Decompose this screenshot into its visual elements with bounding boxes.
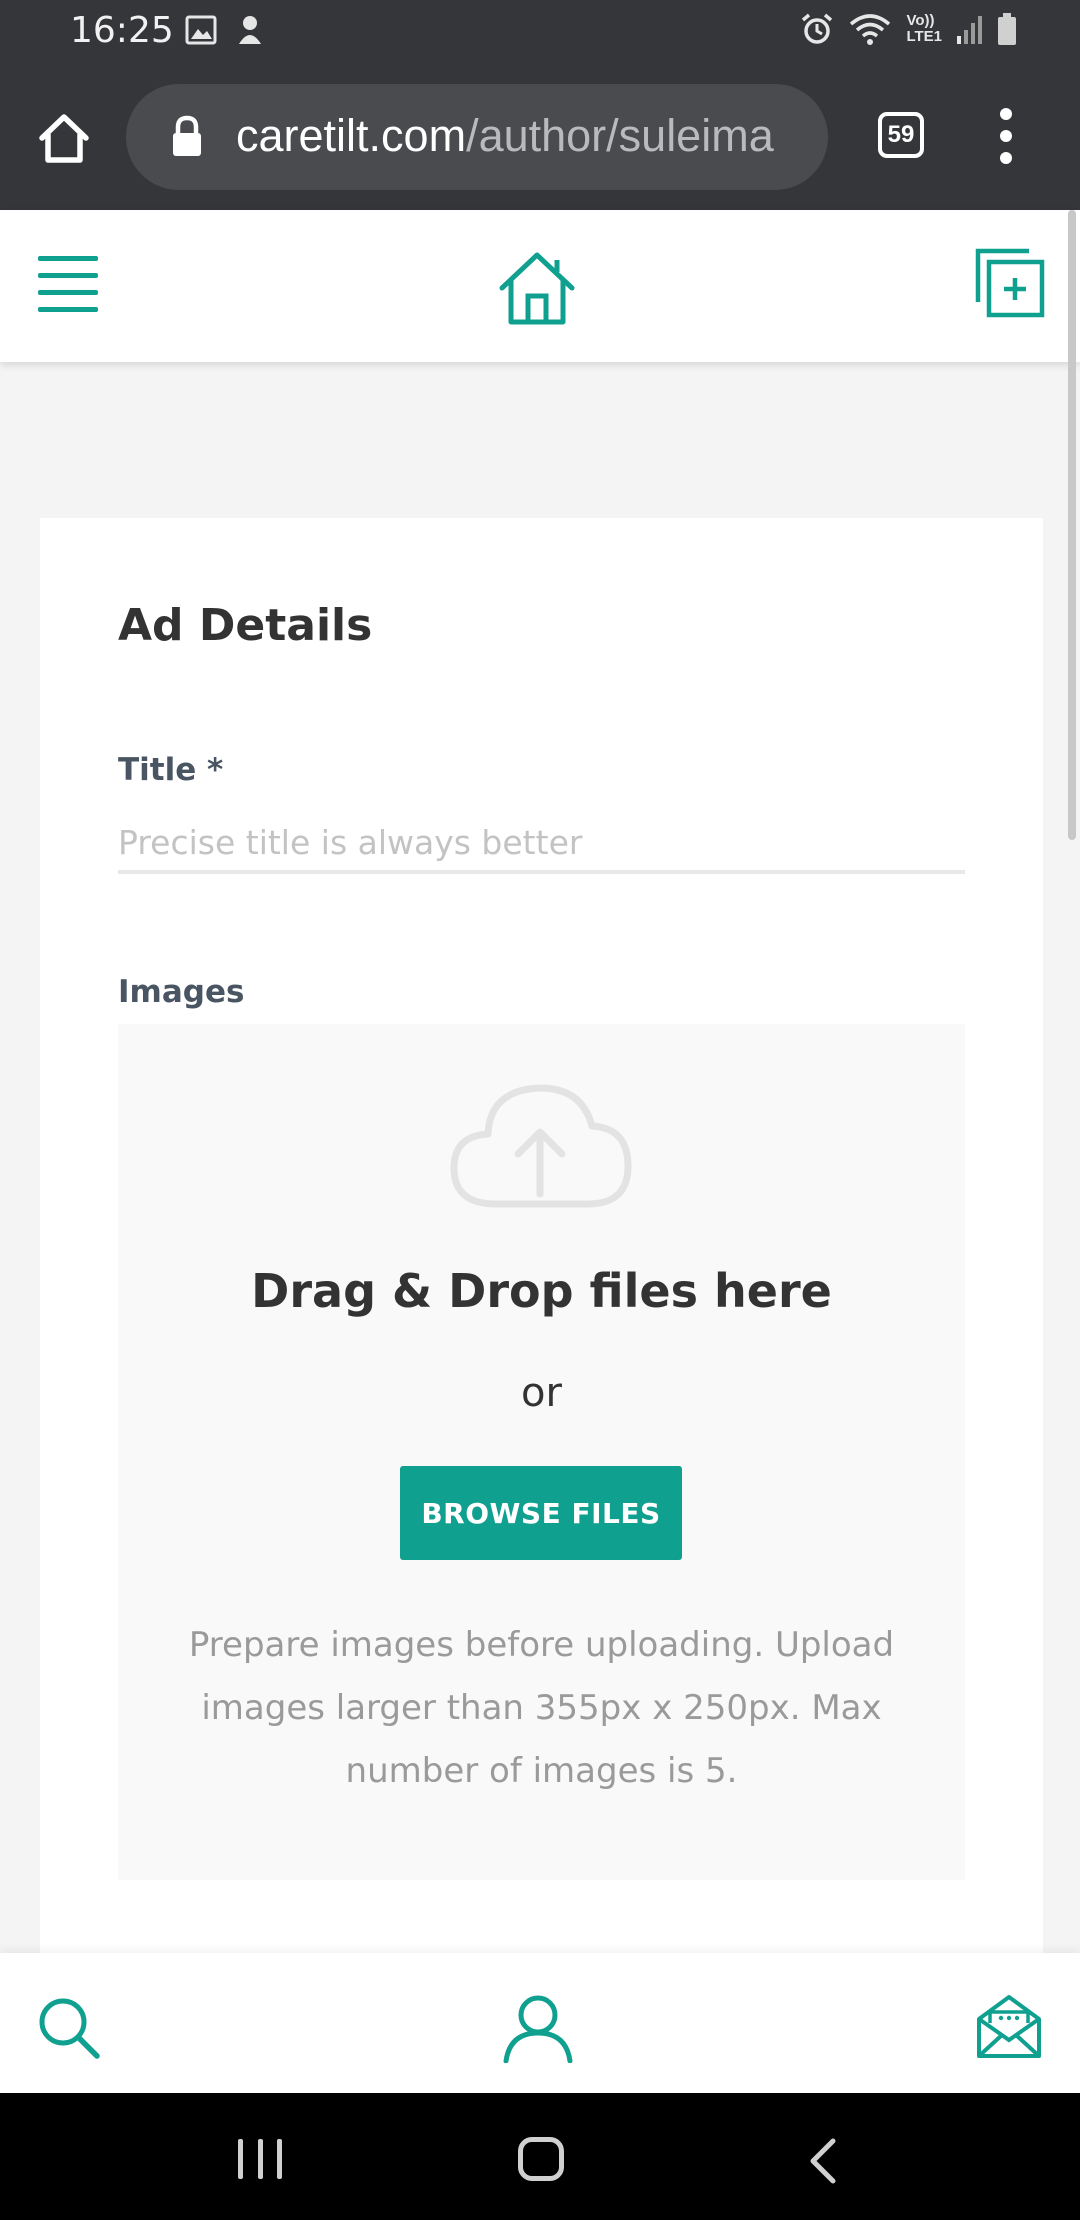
dropzone-help-text: Prepare images before uploading. Upload … xyxy=(188,1625,895,1791)
tab-switcher-button[interactable]: 59 xyxy=(878,112,924,158)
lock-icon xyxy=(173,115,201,156)
browser-menu-icon[interactable] xyxy=(996,108,1016,164)
browse-files-button[interactable]: BROWSE FILES xyxy=(400,1466,682,1560)
signal-icon xyxy=(957,16,982,44)
images-label: Images xyxy=(118,974,245,1010)
title-label: Title * xyxy=(118,752,224,788)
image-icon xyxy=(185,15,217,45)
cloud-upload-icon xyxy=(450,1084,632,1208)
back-icon[interactable] xyxy=(806,2137,838,2185)
title-input[interactable] xyxy=(118,814,965,874)
status-icons-right: Vo)) LTE1 xyxy=(800,12,1018,46)
user-icon[interactable] xyxy=(502,1993,574,2063)
status-bar: 16:25 Vo)) LTE1 xyxy=(0,0,1080,62)
house-icon[interactable] xyxy=(497,250,577,326)
status-time: 16:25 xyxy=(70,10,174,51)
wifi-icon xyxy=(850,14,891,45)
dropzone-heading: Drag & Drop files here xyxy=(251,1264,832,1318)
status-icons-left xyxy=(185,14,265,46)
url-path: /author/suleima xyxy=(466,110,774,161)
recent-apps-icon[interactable] xyxy=(238,2139,282,2179)
hamburger-icon[interactable] xyxy=(38,256,98,312)
mail-icon[interactable] xyxy=(976,1993,1042,2059)
search-icon[interactable] xyxy=(36,1995,102,2061)
volte-icon: Vo)) LTE1 xyxy=(906,13,942,45)
browser-toolbar: caretilt.com/author/suleima 59 xyxy=(0,62,1080,210)
system-nav-bar xyxy=(0,2093,1080,2220)
volte-text-bottom: LTE1 xyxy=(906,28,942,45)
image-dropzone[interactable]: Drag & Drop files here or BROWSE FILES P… xyxy=(118,1024,965,1880)
url-host: caretilt.com xyxy=(236,110,467,161)
volte-text-top: Vo)) xyxy=(906,12,935,29)
url-text: caretilt.com/author/suleima xyxy=(236,110,774,162)
system-home-icon[interactable] xyxy=(518,2137,564,2181)
browser-home-icon[interactable] xyxy=(36,110,92,166)
alarm-icon xyxy=(802,13,833,44)
battery-icon xyxy=(998,13,1016,45)
address-bar[interactable]: caretilt.com/author/suleima xyxy=(126,84,828,190)
mascot-icon xyxy=(239,16,261,44)
add-post-icon[interactable] xyxy=(975,248,1045,318)
section-title: Ad Details xyxy=(118,600,373,651)
ad-details-card: Ad Details Title * Images Drag & Drop fi… xyxy=(40,518,1043,2018)
page-scrollbar[interactable] xyxy=(1068,210,1076,840)
app-header xyxy=(0,210,1080,362)
bottom-nav xyxy=(0,1953,1080,2093)
dropzone-or: or xyxy=(521,1370,562,1416)
